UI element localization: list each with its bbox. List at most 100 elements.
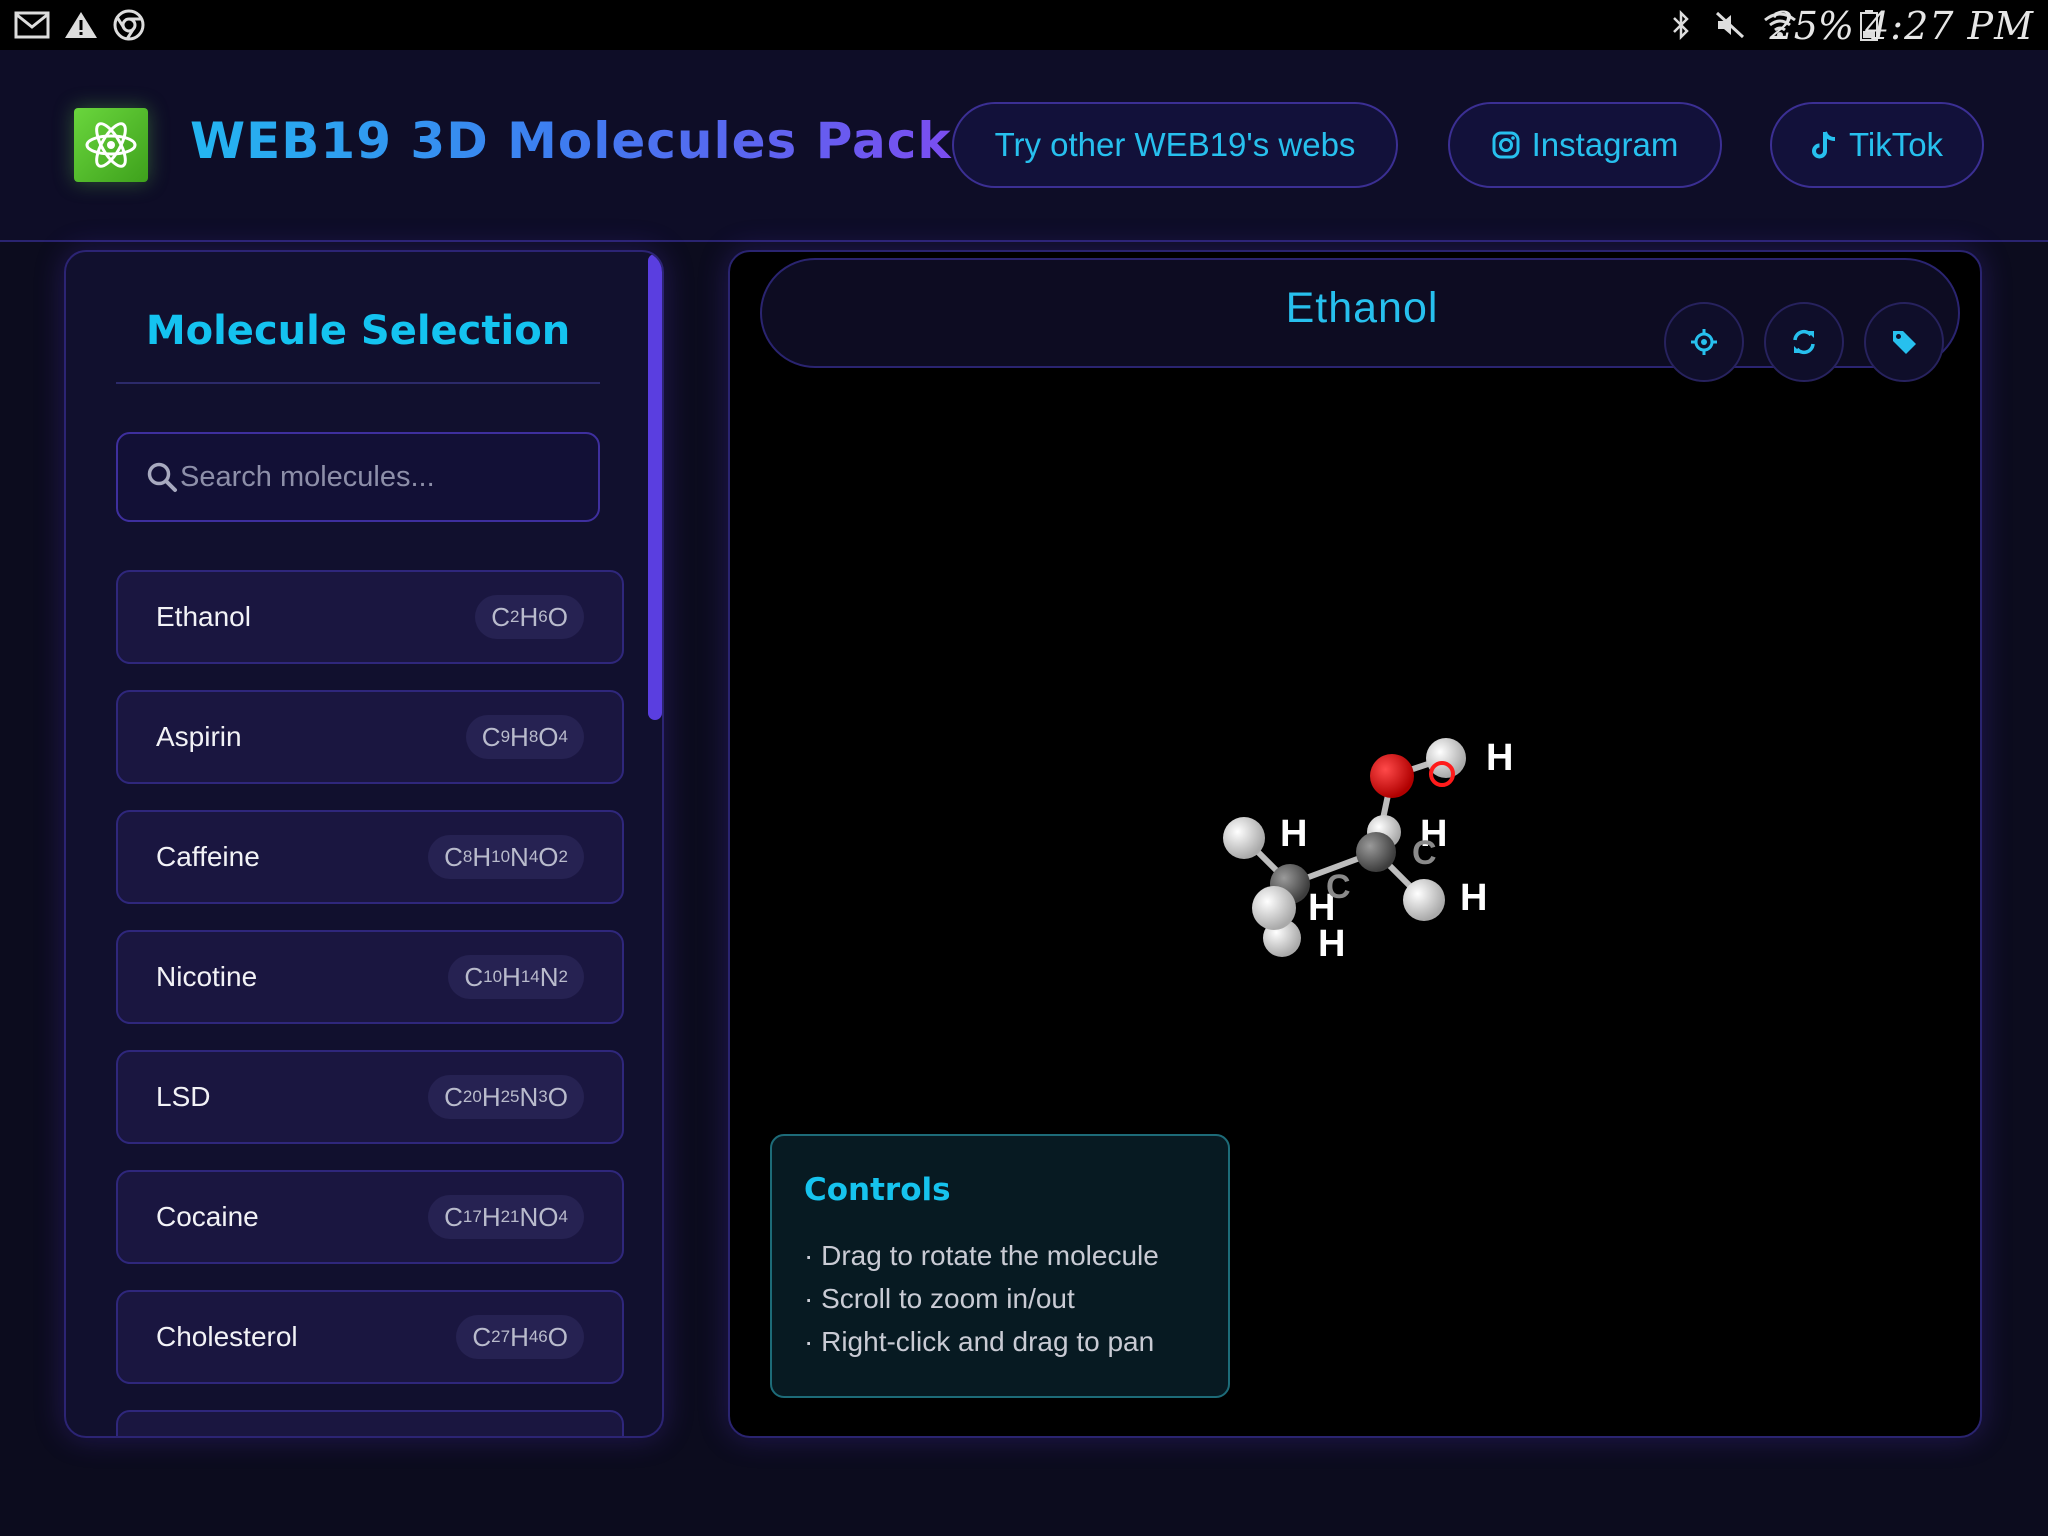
other-webs-label: Try other WEB19's webs xyxy=(994,126,1356,163)
formula-count: 3 xyxy=(538,1087,548,1106)
atom-label-h: H xyxy=(1460,877,1487,919)
other-webs-link[interactable]: Try other WEB19's webs xyxy=(952,102,1398,188)
status-bar: 25% 4:27 PM xyxy=(0,0,2048,50)
molecule-name: Nicotine xyxy=(156,961,258,992)
formula-count: 21 xyxy=(500,1207,520,1226)
gmail-icon xyxy=(12,8,52,42)
molecule-name: Cholesterol xyxy=(156,1321,298,1352)
formula-element: C xyxy=(481,721,501,752)
search-box[interactable] xyxy=(116,432,600,522)
formula-count: 10 xyxy=(491,847,511,866)
instagram-link[interactable]: Instagram xyxy=(1448,102,1722,188)
search-icon xyxy=(147,462,177,492)
formula-count: 20 xyxy=(462,1087,482,1106)
formula-element: H xyxy=(510,721,529,752)
mute-icon xyxy=(1712,8,1748,42)
formula-count: 2 xyxy=(558,847,568,866)
formula-count: 10 xyxy=(483,967,503,986)
formula-count: 9 xyxy=(500,727,511,746)
formula-count: 8 xyxy=(462,847,473,866)
molecule-item-cocaine[interactable]: Cocaine C 17 H 21 N O 4 xyxy=(116,1170,624,1264)
formula-count: 2 xyxy=(558,967,568,986)
panel-title: Molecule Selection xyxy=(145,308,571,354)
warning-icon xyxy=(62,8,100,42)
controls-item: · Right-click and drag to pan xyxy=(804,1326,1155,1357)
search-input[interactable] xyxy=(180,460,580,494)
formula-element: H xyxy=(502,961,521,992)
formula-count: 2 xyxy=(510,607,520,626)
bluetooth-icon xyxy=(1666,8,1696,42)
molecule-item-caffeine[interactable]: Caffeine C 8 H 10 N 4 O 2 xyxy=(116,810,624,904)
tiktok-icon xyxy=(1811,131,1836,159)
molecule-name: Caffeine xyxy=(156,841,260,872)
molecule-selection-panel: Molecule Selection EthanolC2H6OAspirinC9… xyxy=(64,250,664,1438)
instagram-icon xyxy=(1492,131,1520,159)
controls-title: Controls xyxy=(804,1172,951,1208)
molecule-list: Ethanol C 2 H 6 O Aspirin C 9 H 8 O 4 Caffeine C 8 H 10 N 4… xyxy=(116,570,624,1436)
molecule-item-ethanol[interactable]: Ethanol C 2 H 6 O xyxy=(116,570,624,664)
clock: 4:27 PM xyxy=(1865,4,2034,48)
formula-count: 6 xyxy=(538,607,548,626)
formula-element: H xyxy=(481,1081,501,1112)
molecule-formula-badge: C 17 H 21 N O 4 xyxy=(428,1195,584,1239)
formula-element: O xyxy=(538,841,559,872)
hydrogen-atom xyxy=(1403,879,1445,921)
formula-element: O xyxy=(547,1081,568,1112)
formula-count: 8 xyxy=(528,727,539,746)
formula-element: H xyxy=(510,1321,529,1352)
hydrogen-atom xyxy=(1223,817,1265,859)
molecule-formula-badge: C9H8O4 xyxy=(465,715,584,759)
tiktok-label: TikTok xyxy=(1848,126,1944,163)
battery-percent: 25% xyxy=(1769,4,1854,48)
molecule-item-aspirin[interactable]: Aspirin C 9 H 8 O 4 xyxy=(116,690,624,784)
chrome-icon xyxy=(110,8,148,42)
oxygen-atom xyxy=(1370,754,1414,798)
atom-label-h: H xyxy=(1486,737,1513,779)
atom-icon[interactable] xyxy=(74,108,148,182)
molecule-name: Ethanol xyxy=(156,601,251,632)
formula-element: N xyxy=(519,1081,539,1112)
formula-element: C xyxy=(444,1201,463,1232)
molecule-item-partial[interactable] xyxy=(116,1410,624,1436)
controls-panel: Controls · Drag to rotate the molecule ·… xyxy=(770,1134,1230,1398)
formula-count: 25 xyxy=(500,1087,520,1106)
molecule-formula-badge: C 27 H 46 O xyxy=(456,1315,584,1359)
formula-element: N xyxy=(539,961,559,992)
formula-element: C xyxy=(444,841,463,872)
formula-element: N xyxy=(510,841,529,872)
formula-element: C xyxy=(444,1081,463,1112)
atom-label-h: H xyxy=(1280,813,1307,855)
molecule-item-lsd[interactable]: LSD C 20 H 25 N 3 O xyxy=(116,1050,624,1144)
molecule-item-nicotine[interactable]: Nicotine C 10 H 14 N 2 xyxy=(116,930,624,1024)
molecule-viewer[interactable]: Ethanol H H H H H H C C Controls · Drag … xyxy=(728,250,1982,1438)
formula-element: H xyxy=(481,1201,501,1232)
molecule-name: LSD xyxy=(156,1081,211,1112)
formula-count: 17 xyxy=(462,1207,482,1226)
formula-count: 4 xyxy=(558,727,568,746)
molecule-formula-badge: C2H6O xyxy=(475,595,584,639)
scrollbar-thumb[interactable] xyxy=(648,254,662,720)
app-title: WEB19 3D Molecules Pack xyxy=(190,112,952,170)
formula-element: H xyxy=(472,841,492,872)
controls-item: · Drag to rotate the molecule xyxy=(804,1240,1159,1271)
formula-element: H xyxy=(519,601,539,632)
molecule-formula-badge: C 10 H 14 N 2 xyxy=(448,955,584,999)
formula-element: C xyxy=(491,601,511,632)
atom-label-h: H xyxy=(1318,923,1345,965)
formula-element: O xyxy=(538,1201,559,1232)
formula-count: 4 xyxy=(528,847,539,866)
formula-element: N xyxy=(519,1201,539,1232)
molecule-name: Cocaine xyxy=(156,1201,259,1232)
tiktok-link[interactable]: TikTok xyxy=(1770,102,1984,188)
hydrogen-atom xyxy=(1252,886,1296,930)
instagram-label: Instagram xyxy=(1531,126,1679,163)
controls-item: · Scroll to zoom in/out xyxy=(804,1283,1075,1314)
app-header: WEB19 3D Molecules Pack Try other WEB19'… xyxy=(0,50,2048,242)
atom-label-c: C xyxy=(1326,868,1351,906)
formula-element: C xyxy=(464,961,484,992)
molecule-item-cholesterol[interactable]: Cholesterol C 27 H 46 O xyxy=(116,1290,624,1384)
formula-count: 46 xyxy=(528,1327,548,1346)
atom-label-c: C xyxy=(1412,834,1437,872)
formula-element: O xyxy=(547,1321,568,1352)
formula-count: 4 xyxy=(558,1207,568,1226)
